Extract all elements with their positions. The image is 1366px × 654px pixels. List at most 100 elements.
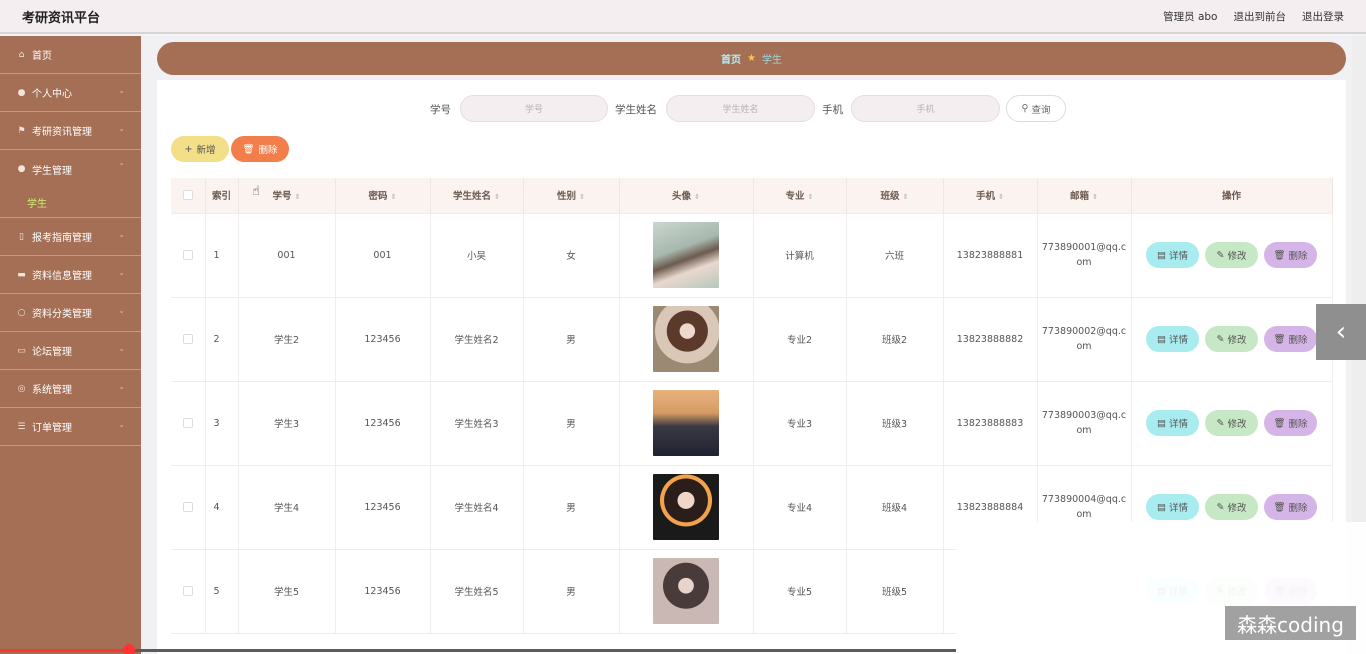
col-label: 头像: [672, 191, 692, 203]
col-label: 专业: [785, 191, 805, 203]
detail-button[interactable]: ▤详情: [1146, 494, 1199, 520]
chevron-up-icon: ⌃: [118, 162, 125, 171]
row-checkbox[interactable]: [182, 586, 193, 596]
detail-button[interactable]: ▤详情: [1146, 326, 1199, 352]
search-button[interactable]: ⚲ 查询: [1006, 95, 1066, 122]
cell-email: 773890003@qq.com: [1037, 381, 1132, 466]
cell-major: 计算机: [753, 213, 847, 298]
student-no-input[interactable]: [460, 95, 608, 122]
col-password[interactable]: 密码 ⇕: [335, 178, 431, 214]
edit-button[interactable]: ✎修改: [1205, 242, 1258, 268]
select-all-checkbox[interactable]: [182, 190, 193, 201]
sidebar-item-material-category[interactable]: ○ 资料分类管理 ⌄: [0, 294, 141, 332]
delete-button[interactable]: 🗑删除: [1264, 494, 1317, 520]
col-major[interactable]: 专业 ⇕: [753, 178, 847, 214]
col-avatar[interactable]: 头像 ⇕: [619, 178, 754, 214]
sort-icon[interactable]: ⇕: [494, 193, 500, 201]
delete-button[interactable]: 🗑删除: [1264, 410, 1317, 436]
sort-icon[interactable]: ⇕: [694, 193, 700, 201]
detail-button[interactable]: ▤详情: [1146, 242, 1199, 268]
delete-button[interactable]: 🗑删除: [1264, 326, 1317, 352]
cell-index: 2: [205, 297, 239, 382]
sort-icon[interactable]: ⇕: [808, 193, 814, 201]
student-name-input[interactable]: [666, 95, 815, 122]
cell-password: 001: [335, 213, 431, 298]
sidebar-item-orders[interactable]: ☰ 订单管理 ⌄: [0, 408, 141, 446]
detail-button[interactable]: ▤详情: [1146, 410, 1199, 436]
cell-class: 班级2: [846, 297, 944, 382]
select-all-cell[interactable]: [171, 178, 206, 214]
avatar: [653, 306, 719, 372]
row-select-cell[interactable]: [171, 465, 206, 550]
document-icon: ▤: [1157, 333, 1166, 345]
detail-label: 详情: [1168, 251, 1188, 262]
sidebar-item-news-management[interactable]: ⚑ 考研资讯管理 ⌄: [0, 112, 141, 150]
row-checkbox[interactable]: [182, 250, 193, 260]
row-select-cell[interactable]: [171, 381, 206, 466]
sidebar-item-material-info[interactable]: ▬ 资料信息管理 ⌄: [0, 256, 141, 294]
video-progress-track[interactable]: [0, 649, 956, 652]
phone-input[interactable]: [851, 95, 1000, 122]
sidebar-item-system[interactable]: ◎ 系统管理 ⌄: [0, 370, 141, 408]
col-label: 性别: [557, 191, 577, 203]
col-label: 邮箱: [1070, 191, 1090, 203]
pencil-icon: ✎: [1216, 249, 1225, 261]
trash-icon: 🗑: [1273, 501, 1286, 513]
row-checkbox[interactable]: [182, 334, 193, 344]
breadcrumb-home[interactable]: 首页: [721, 51, 741, 66]
add-button[interactable]: + 新增: [171, 136, 229, 162]
app-title: 考研资讯平台: [22, 11, 101, 26]
breadcrumb-current: 学生: [761, 55, 782, 66]
table-row: 3 学生3 123456 学生姓名3 男 专业3 班级3 13823888883…: [171, 381, 1333, 466]
delete-button[interactable]: 🗑删除: [1264, 242, 1317, 268]
collapse-arrow-icon[interactable]: ‹: [1316, 304, 1366, 360]
row-checkbox[interactable]: [182, 418, 193, 428]
sort-icon[interactable]: ⇕: [998, 193, 1004, 201]
sidebar: ⌂ 首页 ● 个人中心 ⌄ ⚑ 考研资讯管理 ⌄ ● 学生管理 ⌃ 学生 ▯ 报…: [0, 36, 141, 654]
edit-button[interactable]: ✎修改: [1205, 326, 1258, 352]
sliders-icon: ☰: [17, 421, 26, 432]
trash-icon: 🗑: [1273, 333, 1286, 345]
sidebar-item-forum[interactable]: ▭ 论坛管理 ⌄: [0, 332, 141, 370]
col-phone[interactable]: 手机 ⇕: [943, 178, 1038, 214]
student-name-label: 学生姓名: [615, 104, 657, 116]
document-icon: ▤: [1157, 249, 1166, 261]
col-student-name[interactable]: 学生姓名 ⇕: [430, 178, 524, 214]
col-gender[interactable]: 性别 ⇕: [523, 178, 620, 214]
globe-icon: ◎: [17, 383, 26, 394]
col-class[interactable]: 班级 ⇕: [846, 178, 944, 214]
edit-label: 修改: [1227, 335, 1247, 346]
phone-label: 手机: [822, 104, 843, 116]
sort-icon[interactable]: ⇕: [1092, 193, 1098, 201]
cell-avatar: [619, 549, 754, 634]
avatar: [653, 390, 719, 456]
sidebar-item-home[interactable]: ⌂ 首页: [0, 36, 141, 74]
sort-icon[interactable]: ⇕: [391, 193, 397, 201]
row-select-cell[interactable]: [171, 297, 206, 382]
sort-icon[interactable]: ⇕: [295, 193, 301, 201]
document-icon: ▤: [1157, 417, 1166, 429]
sidebar-item-student-management[interactable]: ● 学生管理 ⌃: [0, 150, 141, 188]
cell-actions: ▤详情 ✎修改 🗑删除: [1131, 297, 1333, 382]
row-select-cell[interactable]: [171, 549, 206, 634]
sidebar-subitem-student[interactable]: 学生: [0, 188, 141, 218]
batch-delete-button[interactable]: 🗑 删除: [231, 136, 289, 162]
cell-major: 专业5: [753, 549, 847, 634]
row-checkbox[interactable]: [182, 502, 193, 512]
sidebar-item-label: 报考指南管理: [32, 233, 92, 244]
row-select-cell[interactable]: [171, 213, 206, 298]
sidebar-item-personal-center[interactable]: ● 个人中心 ⌄: [0, 74, 141, 112]
cell-student-no: 学生2: [238, 297, 336, 382]
goto-front-link[interactable]: 退出到前台: [1234, 9, 1287, 24]
col-actions: 操作: [1131, 178, 1333, 214]
video-progress-knob[interactable]: [123, 644, 135, 654]
user-icon: ●: [17, 87, 26, 98]
sort-icon[interactable]: ⇕: [903, 193, 909, 201]
sidebar-item-guide-management[interactable]: ▯ 报考指南管理 ⌄: [0, 218, 141, 256]
cell-major: 专业2: [753, 297, 847, 382]
edit-button[interactable]: ✎修改: [1205, 410, 1258, 436]
logout-link[interactable]: 退出登录: [1302, 9, 1344, 24]
edit-button[interactable]: ✎修改: [1205, 494, 1258, 520]
sort-icon[interactable]: ⇕: [579, 193, 585, 201]
col-email[interactable]: 邮箱 ⇕: [1037, 178, 1132, 214]
